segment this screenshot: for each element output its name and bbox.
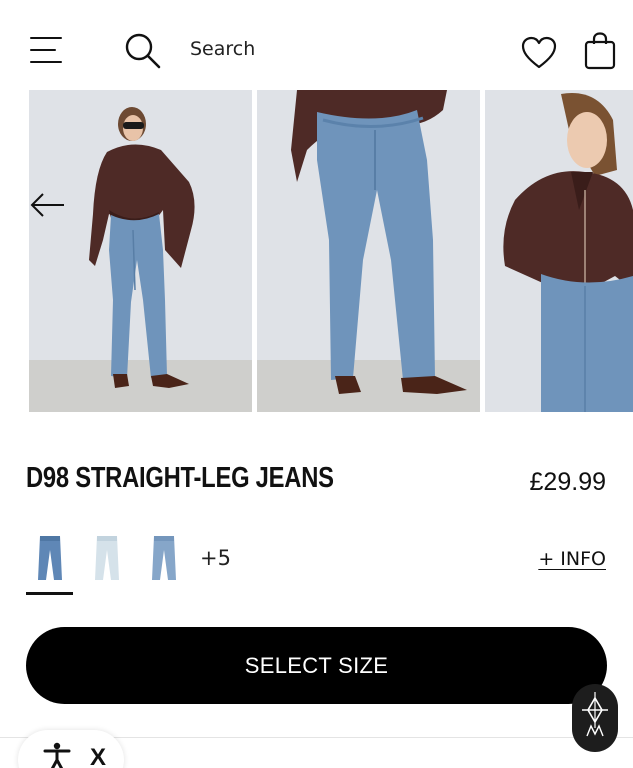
product-image-model-full-body[interactable]: [29, 90, 252, 412]
search-input[interactable]: Search: [190, 38, 255, 60]
arrow-left-icon[interactable]: [30, 192, 66, 218]
color-swatch-blue[interactable]: [148, 532, 180, 582]
product-image-gallery[interactable]: [0, 90, 633, 412]
hamburger-menu-icon[interactable]: [30, 34, 64, 66]
close-accessibility-button[interactable]: X: [90, 744, 106, 768]
product-image-model-torso[interactable]: [485, 90, 633, 412]
accessibility-widget: X: [18, 730, 124, 768]
color-swatch-mid-blue[interactable]: [34, 532, 66, 582]
selected-swatch-indicator: [26, 592, 73, 595]
product-title: D98 STRAIGHT-LEG JEANS: [26, 462, 334, 494]
shopping-bag-icon[interactable]: [583, 32, 617, 70]
color-swatch-light-wash[interactable]: [91, 532, 123, 582]
select-size-button[interactable]: SELECT SIZE: [26, 627, 607, 704]
product-price: £29.99: [529, 468, 606, 496]
accessibility-icon[interactable]: [42, 742, 72, 768]
chat-assistant-icon[interactable]: [572, 684, 618, 752]
header: Search: [0, 0, 633, 90]
info-link[interactable]: + INFO: [538, 548, 606, 570]
search-icon[interactable]: [124, 32, 162, 70]
more-colors-count[interactable]: +5: [200, 546, 231, 570]
heart-icon[interactable]: [521, 36, 557, 70]
product-image-jeans-closeup[interactable]: [257, 90, 480, 412]
